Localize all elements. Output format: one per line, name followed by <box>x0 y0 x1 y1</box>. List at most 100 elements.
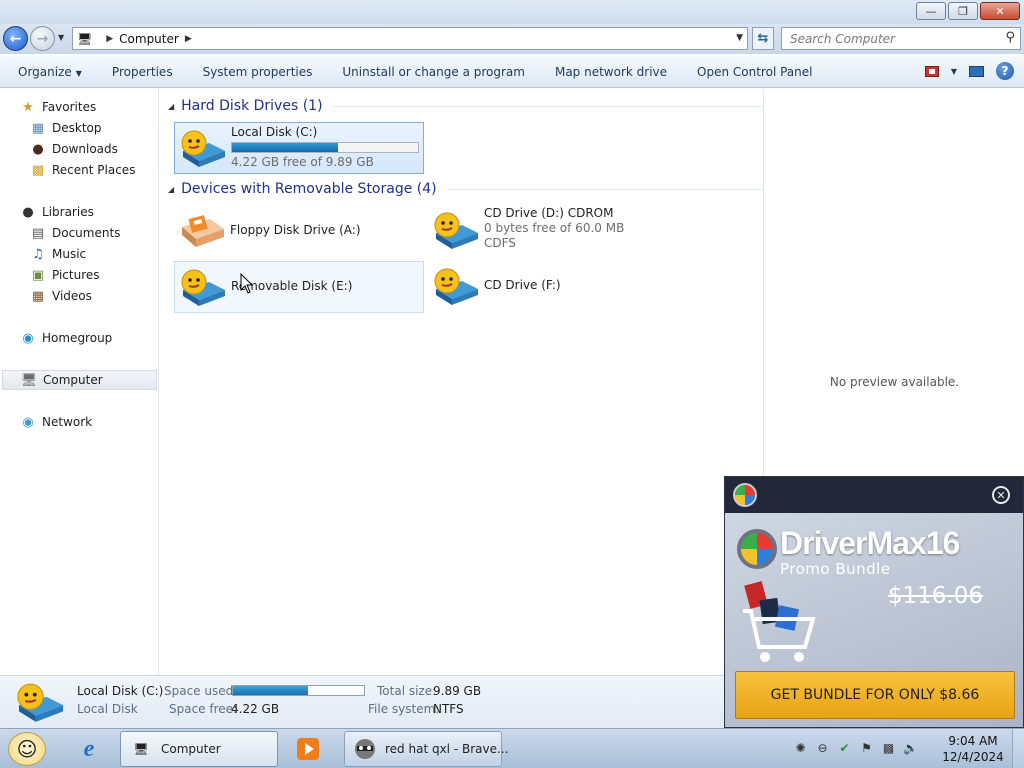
nav-label: Videos <box>52 289 92 303</box>
preview-pane-icon[interactable] <box>969 65 984 77</box>
nav-recent-places[interactable]: ▩ Recent Places <box>30 160 136 180</box>
change-view-icon[interactable] <box>924 65 939 77</box>
clock-time: 9:04 AM <box>948 734 998 748</box>
get-bundle-button[interactable]: GET BUNDLE FOR ONLY $8.66 <box>735 671 1015 719</box>
drivermax-tray-icon[interactable]: ✺ <box>792 739 809 756</box>
forward-button[interactable]: → <box>30 26 55 51</box>
show-desktop-button[interactable] <box>1012 729 1024 768</box>
start-button[interactable]: ☺ <box>8 732 46 766</box>
organize-button[interactable]: Organize ▼ <box>0 65 97 79</box>
total-size-value: 9.89 GB <box>433 684 482 698</box>
hard-drive-icon <box>17 683 64 722</box>
group-header-removable[interactable]: ◢ Devices with Removable Storage (4) <box>168 181 769 197</box>
drive-tile-c[interactable]: Local Disk (C:) 4.22 GB free of 9.89 GB <box>174 122 424 174</box>
drive-tile-d[interactable]: CD Drive (D:) CDROM 0 bytes free of 60.0… <box>428 205 678 257</box>
media-play-icon <box>297 738 319 760</box>
file-system-label: File system: <box>368 702 440 716</box>
view-controls: ▼ ? <box>924 62 1014 80</box>
volume-icon[interactable]: 🔈 <box>902 739 919 756</box>
nav-label: Favorites <box>42 100 97 114</box>
raccoon-avatar-icon <box>353 738 377 760</box>
address-bar[interactable]: 🖥 ▶ Computer ▶ ▼ <box>72 27 748 50</box>
nav-videos[interactable]: ▦ Videos <box>30 286 92 306</box>
space-used-bar <box>232 685 365 696</box>
content-area: ◢ Hard Disk Drives (1) Local Disk (C:) 4… <box>160 89 773 675</box>
view-options-chevron-icon[interactable]: ▼ <box>951 67 957 76</box>
search-icon[interactable]: ⚲ <box>1005 30 1015 45</box>
uninstall-program-button[interactable]: Uninstall or change a program <box>327 65 540 79</box>
drive-tile-e[interactable]: Removable Disk (E:) <box>174 261 424 313</box>
media-player-icon[interactable] <box>292 735 324 763</box>
collapse-arrow-icon[interactable]: ◢ <box>168 185 174 194</box>
security-check-icon[interactable]: ✔ <box>836 739 853 756</box>
nav-libraries[interactable]: ● Libraries <box>20 202 94 222</box>
start-smiley-icon: ☺ <box>16 737 38 761</box>
network-icon: ◉ <box>22 414 34 430</box>
group-header-label: Devices with Removable Storage (4) <box>181 181 437 197</box>
nav-favorites[interactable]: ★ Favorites <box>20 97 96 117</box>
taskbar: ☺ e 🖥 Computer red hat qxl - Brave... ✺ … <box>0 728 1024 768</box>
close-button[interactable]: ✕ <box>980 2 1020 20</box>
group-divider <box>332 105 773 107</box>
cd-drive-icon <box>434 268 478 305</box>
command-bar: Organize ▼ Properties System properties U… <box>0 56 1024 88</box>
taskbar-clock[interactable]: 9:04 AM 12/4/2024 <box>942 733 1004 765</box>
internet-explorer-icon[interactable]: e <box>68 732 110 766</box>
close-icon: ✕ <box>996 488 1006 502</box>
computer-icon: 🖥 <box>133 742 149 756</box>
recent-pages-dropdown[interactable]: ▼ <box>58 33 64 42</box>
drive-tile-a[interactable]: Floppy Disk Drive (A:) <box>174 205 424 257</box>
promo-old-price: $116.06 <box>887 583 983 609</box>
drive-name: Local Disk (C:) <box>231 125 318 139</box>
open-control-panel-button[interactable]: Open Control Panel <box>682 65 827 79</box>
nav-label: Computer <box>43 373 103 387</box>
total-size-label: Total size: <box>377 684 437 698</box>
collapse-arrow-icon[interactable]: ◢ <box>168 102 174 111</box>
nav-label: Desktop <box>52 121 102 135</box>
refresh-button[interactable]: ⇆ <box>752 27 774 50</box>
desktop-icon: ▦ <box>31 120 45 136</box>
network-status-icon[interactable]: ▩ <box>880 739 897 756</box>
help-icon[interactable]: ? <box>996 62 1014 80</box>
pictures-icon: ▣ <box>31 267 45 283</box>
drive-usage-fill <box>232 143 339 152</box>
map-network-drive-button[interactable]: Map network drive <box>540 65 682 79</box>
search-box[interactable]: ⚲ <box>781 27 1021 50</box>
search-input[interactable] <box>782 28 982 49</box>
drive-free-space: 4.22 GB free of 9.89 GB <box>231 155 374 169</box>
nav-documents[interactable]: ▤ Documents <box>30 223 121 243</box>
refresh-icon: ⇆ <box>757 31 769 46</box>
star-icon: ★ <box>22 99 34 115</box>
space-used-label: Space used: <box>164 684 238 698</box>
computer-icon: 🖥 <box>20 372 38 388</box>
nav-downloads[interactable]: ● Downloads <box>30 139 118 159</box>
minus-circle-icon[interactable]: ⊖ <box>814 739 831 756</box>
taskbar-explorer-button[interactable]: 🖥 Computer <box>120 731 278 767</box>
breadcrumb-computer[interactable]: Computer <box>119 32 179 46</box>
nav-homegroup[interactable]: ◉ Homegroup <box>20 328 112 348</box>
back-button[interactable]: ← <box>3 26 28 51</box>
drive-tile-f[interactable]: CD Drive (F:) <box>428 261 678 313</box>
recent-places-icon: ▩ <box>31 162 45 178</box>
homegroup-icon: ◉ <box>22 330 34 346</box>
nav-desktop[interactable]: ▦ Desktop <box>30 118 102 138</box>
breadcrumb-arrow-icon[interactable]: ▶ <box>106 34 113 44</box>
minimize-button[interactable]: — <box>916 2 946 20</box>
group-header-hard-disks[interactable]: ◢ Hard Disk Drives (1) <box>168 98 773 114</box>
promo-close-button[interactable]: ✕ <box>992 486 1010 504</box>
breadcrumb-arrow-icon[interactable]: ▶ <box>185 34 192 44</box>
maximize-button[interactable]: ❐ <box>948 2 978 20</box>
nav-music[interactable]: ♫ Music <box>30 244 86 264</box>
libraries-icon: ● <box>22 204 34 220</box>
nav-label: Music <box>52 247 87 261</box>
nav-computer[interactable]: 🖥 Computer <box>2 370 157 390</box>
nav-network[interactable]: ◉ Network <box>20 412 92 432</box>
address-dropdown-icon[interactable]: ▼ <box>736 33 743 43</box>
promo-title: DriverMax16 <box>780 525 960 561</box>
nav-pictures[interactable]: ▣ Pictures <box>30 265 100 285</box>
taskbar-browser-button[interactable]: red hat qxl - Brave... <box>344 731 508 767</box>
system-properties-button[interactable]: System properties <box>188 65 328 79</box>
properties-button[interactable]: Properties <box>97 65 188 79</box>
action-center-flag-icon[interactable]: ⚑ <box>858 739 875 756</box>
space-used-fill <box>233 686 308 695</box>
